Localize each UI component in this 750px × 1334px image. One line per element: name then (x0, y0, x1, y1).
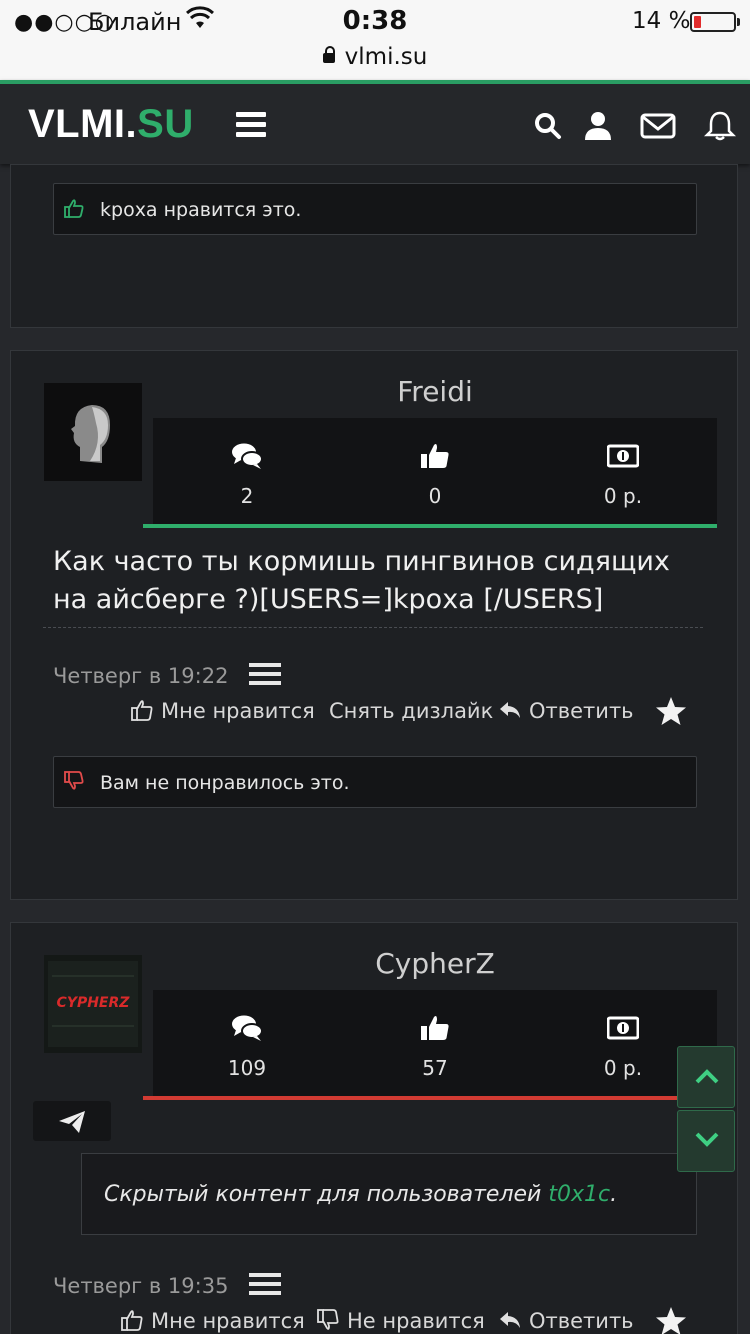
stat-likes-value: 0 (428, 484, 442, 508)
scroll-up-button[interactable] (677, 1046, 735, 1108)
reply-icon (500, 1312, 520, 1328)
dislike-label: Не нравится (347, 1309, 485, 1333)
hidden-content-box: Скрытый контент для пользователей t0x1c. (81, 1153, 697, 1235)
thumbs-up-icon (421, 444, 449, 468)
post-card: Freidi 2 0 0 р. Как часто ты кормишь пин… (10, 350, 738, 900)
stat-messages: 109 (153, 990, 341, 1096)
chevron-down-icon (695, 1132, 719, 1147)
url-text: vlmi.su (344, 44, 428, 70)
site-header: VLMI.SU (0, 80, 750, 164)
hidden-content-label: Скрытый контент для пользователей (104, 1182, 549, 1207)
post-menu-button[interactable] (249, 1273, 281, 1295)
user-stats: 109 57 0 р. (153, 990, 717, 1096)
share-button[interactable] (33, 1101, 111, 1141)
thumbs-up-icon (421, 1016, 449, 1040)
remove-dislike-button[interactable]: Снять дизлайк (329, 699, 493, 723)
remove-dislike-label: Снять дизлайк (329, 699, 494, 723)
post-actions: Мне нравится Не нравится Ответить (11, 1306, 739, 1334)
like-notice: kроха нравится это. (53, 183, 697, 235)
bell-icon[interactable] (704, 110, 736, 142)
search-icon[interactable] (532, 110, 564, 142)
address-bar[interactable]: vlmi.su (0, 44, 750, 70)
thumbs-up-icon (131, 700, 153, 721)
paper-plane-icon (59, 1111, 85, 1133)
post-text: Как часто ты кормишь пингвинов сидящих н… (53, 546, 670, 615)
hidden-content-link[interactable]: t0x1c (548, 1182, 610, 1207)
star-icon[interactable] (655, 696, 687, 726)
stat-likes-value: 57 (422, 1056, 448, 1080)
scroll-down-button[interactable] (677, 1110, 735, 1172)
money-icon (607, 1016, 639, 1040)
post-menu-button[interactable] (249, 663, 281, 685)
reply-button[interactable]: Ответить (499, 1309, 634, 1333)
dislike-notice-text: Вам не понравилось это. (100, 772, 350, 794)
post-card: CYPHERZ CypherZ 109 57 0 р. Скрытый конт… (10, 922, 738, 1334)
status-bar: ●●○○○ Билайн 0:38 14 % vlmi.su (0, 0, 750, 80)
money-icon (607, 444, 639, 468)
thumbs-up-icon (121, 1310, 143, 1331)
comments-icon (232, 443, 263, 469)
stat-messages-value: 109 (227, 1056, 267, 1080)
hidden-content-end: . (610, 1182, 618, 1207)
head-silhouette-icon (44, 383, 142, 481)
stat-messages-value: 2 (240, 484, 254, 508)
user-stats: 2 0 0 р. (153, 418, 717, 524)
stat-money-value: 0 р. (603, 484, 643, 508)
thumbs-up-icon (64, 199, 84, 218)
avatar-logo-text: CYPHERZ (57, 995, 131, 1011)
battery-icon (690, 12, 740, 32)
stat-money: 0 р. (529, 418, 717, 524)
menu-button[interactable] (236, 112, 266, 138)
comments-icon (232, 1015, 263, 1041)
reply-label: Ответить (529, 699, 634, 723)
post-actions: Мне нравится Снять дизлайк Ответить (11, 696, 739, 733)
logo-text: VLMI. (28, 102, 138, 146)
stat-likes: 57 (341, 990, 529, 1096)
rating-bar (143, 1096, 717, 1100)
avatar[interactable]: CYPHERZ (44, 955, 142, 1053)
stat-messages: 2 (153, 418, 341, 524)
avatar[interactable] (44, 383, 142, 481)
like-label: Мне нравится (161, 699, 315, 723)
reply-button[interactable]: Ответить (499, 699, 634, 723)
chevron-up-icon (695, 1069, 719, 1084)
like-notice-text: kроха нравится это. (100, 199, 302, 221)
user-icon[interactable] (582, 110, 614, 142)
star-icon[interactable] (655, 1306, 687, 1334)
post-card: kроха нравится это. (10, 164, 738, 328)
dislike-button[interactable]: Не нравится (317, 1309, 485, 1333)
post-date[interactable]: Четверг в 19:35 (53, 1274, 228, 1298)
dislike-notice: Вам не понравилось это. (53, 756, 697, 808)
thumbs-down-icon (64, 771, 84, 790)
post-date[interactable]: Четверг в 19:22 (53, 664, 228, 688)
username[interactable]: Freidi (153, 375, 717, 408)
divider (43, 627, 703, 628)
like-button[interactable]: Мне нравится (131, 699, 315, 723)
battery-percent: 14 % (632, 8, 691, 34)
stat-likes: 0 (341, 418, 529, 524)
reply-label: Ответить (529, 1309, 634, 1333)
avatar-image: CYPHERZ (44, 955, 142, 1053)
like-label: Мне нравится (151, 1309, 305, 1333)
lock-icon (322, 46, 335, 63)
logo-accent: SU (137, 102, 194, 146)
like-button[interactable]: Мне нравится (121, 1309, 305, 1333)
rating-bar (143, 524, 717, 528)
username[interactable]: CypherZ (153, 947, 717, 980)
hidden-content-text: Скрытый контент для пользователей t0x1c. (104, 1182, 617, 1207)
mail-icon[interactable] (640, 110, 676, 142)
reply-icon (500, 702, 520, 718)
thumbs-down-icon (317, 1309, 339, 1330)
site-logo[interactable]: VLMI.SU (28, 102, 194, 147)
